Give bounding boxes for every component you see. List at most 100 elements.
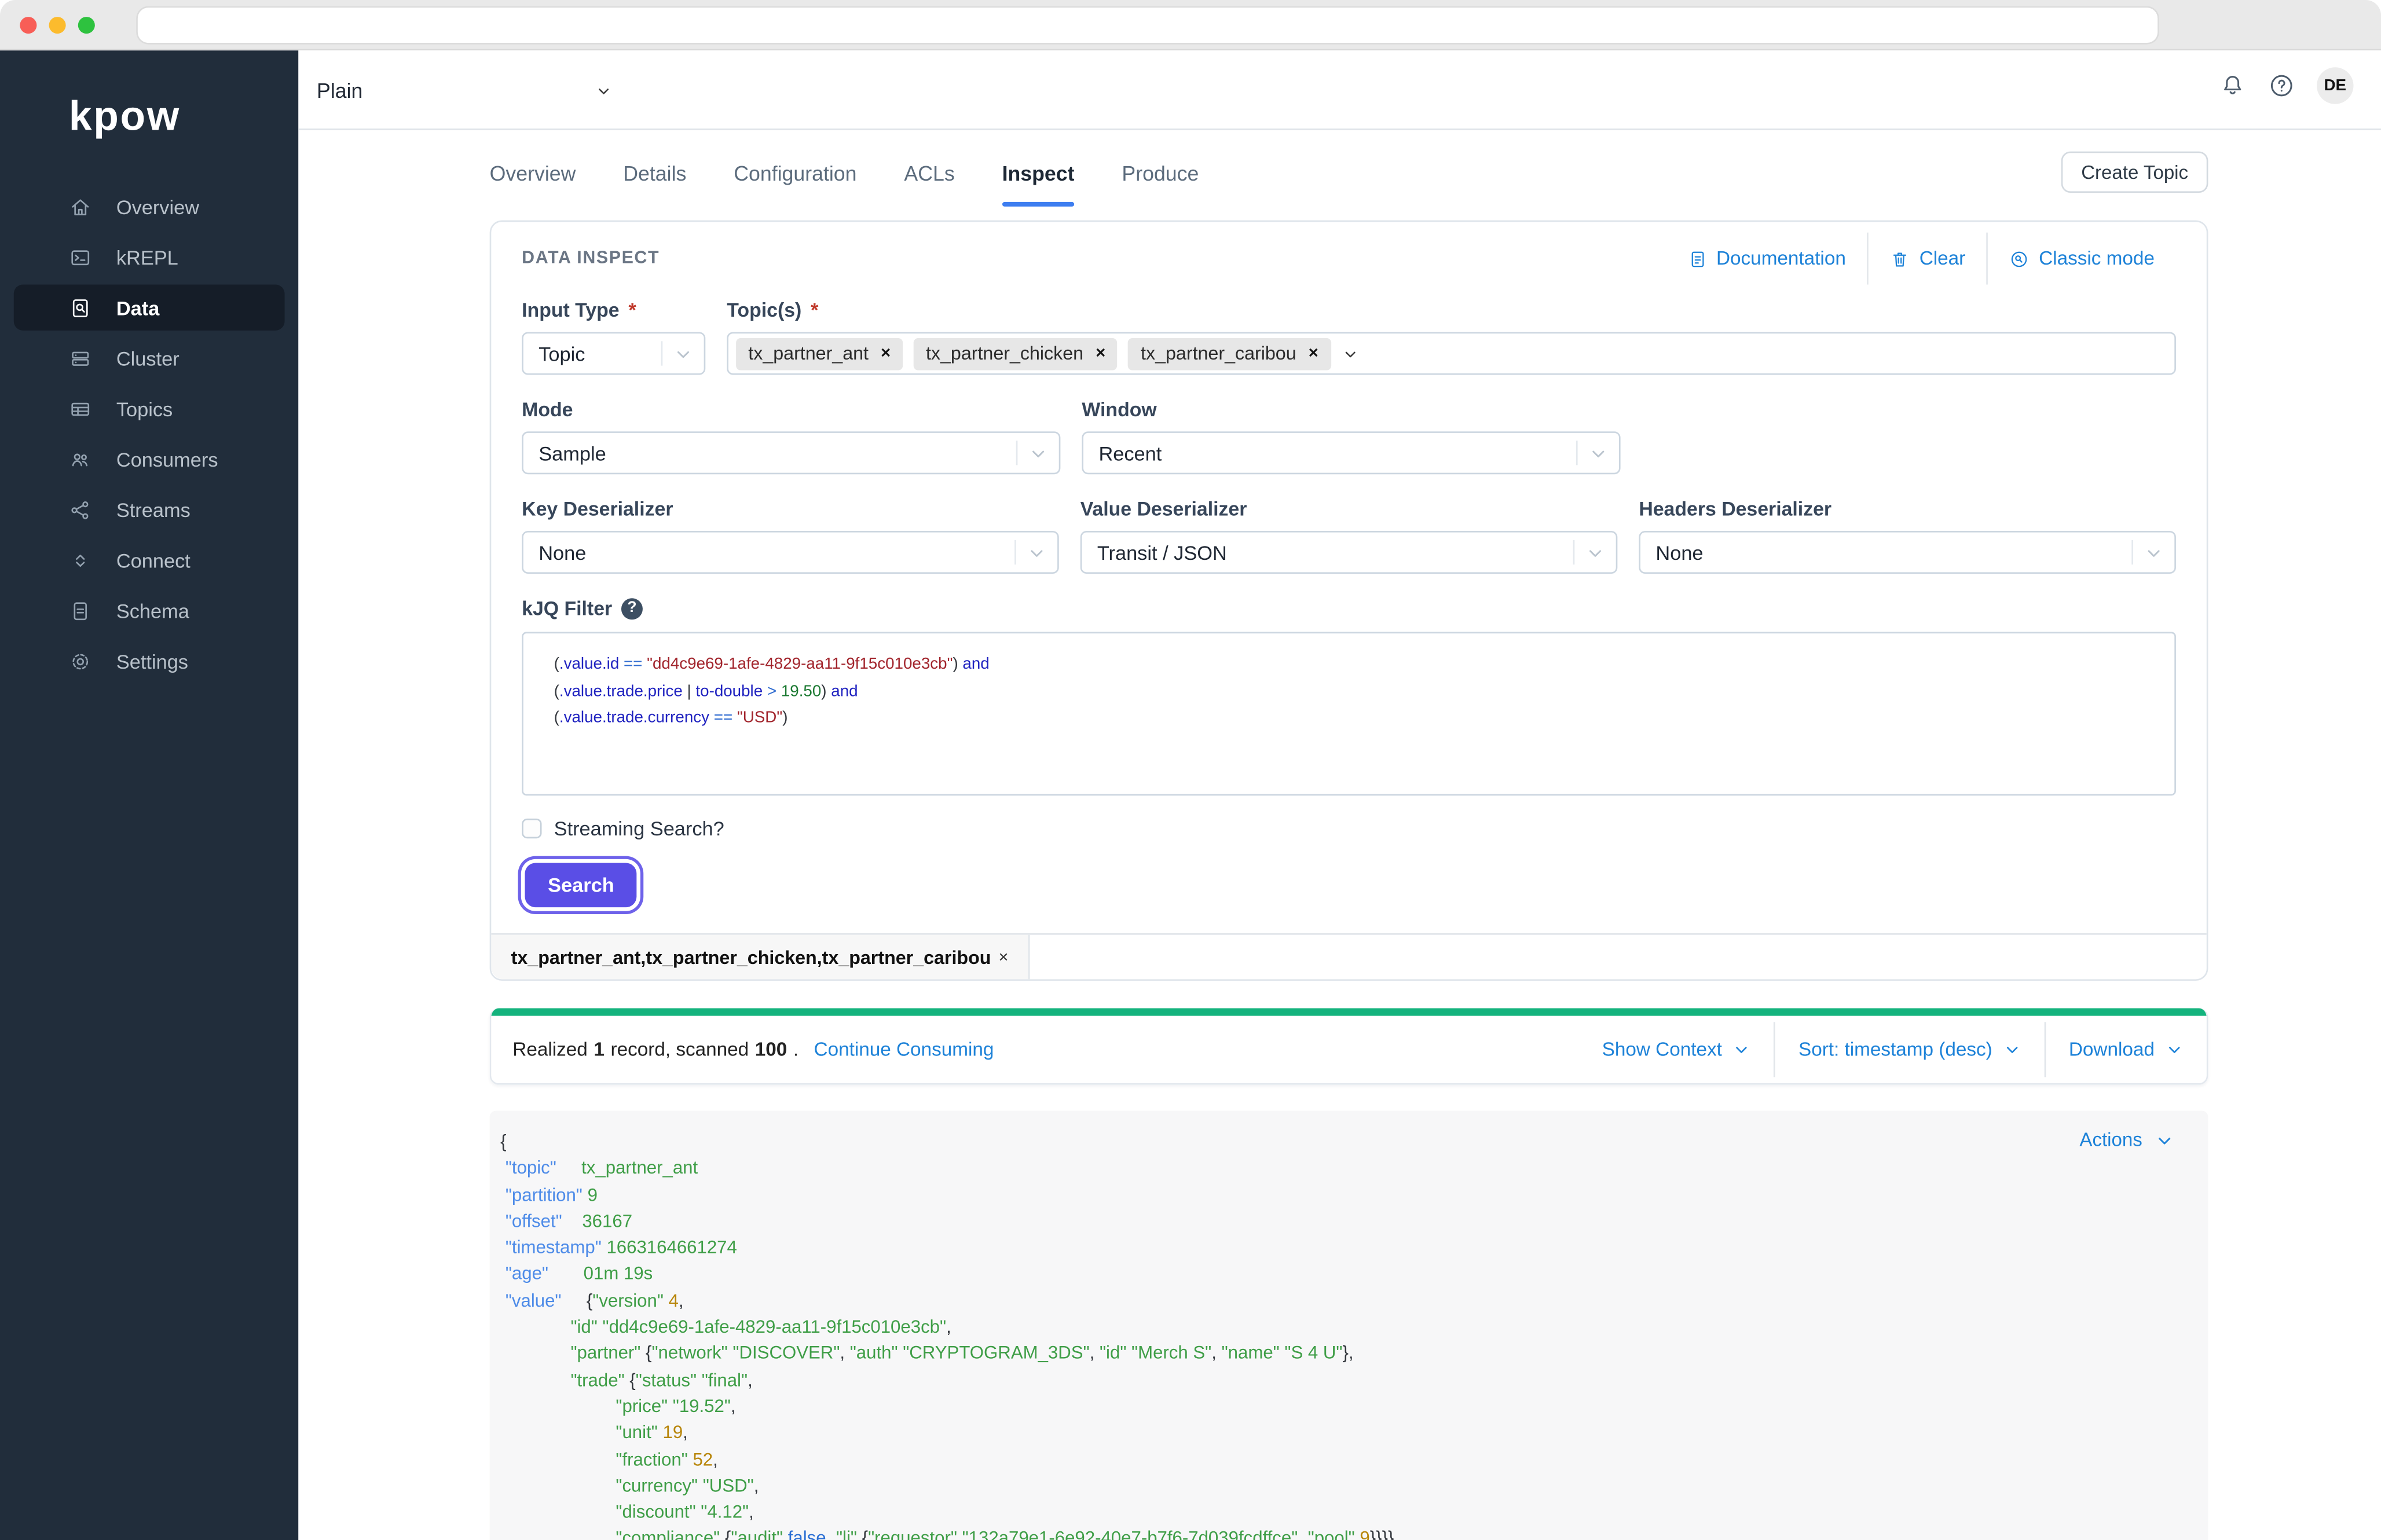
sidebar-item-overview[interactable]: Overview [14, 184, 285, 229]
result-tab[interactable]: tx_partner_ant,tx_partner_chicken,tx_par… [491, 934, 1030, 980]
address-bar[interactable] [137, 8, 2158, 43]
topics-label: Topic(s) * [727, 298, 819, 321]
scan-progress-bar [491, 1008, 2207, 1016]
minimize-window-button[interactable] [49, 17, 66, 34]
user-avatar[interactable]: DE [2317, 67, 2354, 104]
people-icon [72, 453, 88, 466]
scanned-count: 100 [754, 1039, 787, 1061]
link-label: Clear [1919, 248, 1966, 270]
tab-inspect[interactable]: Inspect [1002, 162, 1075, 207]
form-row-3: Key Deserializer None Value Deserializer… [522, 497, 2176, 574]
share-icon [71, 500, 89, 519]
value-deserializer-select[interactable]: Transit / JSON [1080, 531, 1618, 574]
results-summary-row: Realized 1 record, scanned 100. Continue… [491, 1015, 2207, 1084]
classic-mode-link[interactable]: Classic mode [1988, 248, 2176, 269]
kpow-logo: kpow [68, 93, 181, 140]
page-content: Overview Details Configuration ACLs Insp… [298, 151, 2381, 1540]
required-marker: * [628, 298, 636, 321]
sidebar-item-settings[interactable]: Settings [14, 638, 285, 684]
sidebar-item-label: kREPL [116, 245, 178, 269]
results-controls: Show Context Sort: timestamp (desc) Down… [1579, 1016, 2207, 1083]
mode-field: Mode Sample [522, 398, 1061, 475]
select-value: Recent [1098, 441, 1162, 465]
code-line: "partner" {"network" "DISCOVER", "auth" … [570, 1342, 1354, 1364]
input-type-select[interactable]: Topic [522, 332, 706, 375]
notifications-bell-icon[interactable] [2219, 72, 2247, 100]
gear-icon [72, 653, 89, 669]
chip-label: tx_partner_caribou [1141, 342, 1296, 364]
mode-select[interactable]: Sample [522, 431, 1061, 475]
close-window-button[interactable] [20, 17, 37, 34]
search-button[interactable]: Search [525, 863, 638, 908]
remove-chip-icon[interactable]: × [881, 344, 891, 363]
code-line: "price" "19.52", [616, 1395, 736, 1417]
sidebar-item-krepl[interactable]: kREPL [14, 234, 285, 280]
input-type-label: Input Type * [522, 298, 636, 321]
environment-selector[interactable]: Plain [317, 72, 612, 108]
sidebar-item-streams[interactable]: Streams [14, 486, 285, 532]
chip-label: tx_partner_chicken [925, 342, 1084, 364]
headers-deserializer-label: Headers Deserializer [1639, 497, 1832, 520]
results-header-card: Realized 1 record, scanned 100. Continue… [489, 1008, 2208, 1085]
kjq-help-icon[interactable]: ? [621, 597, 643, 619]
control-label: Download [2068, 1039, 2155, 1061]
window-controls [20, 17, 95, 34]
headers-deserializer-select[interactable]: None [1639, 531, 2176, 574]
form-row-2: Mode Sample Window Recent [522, 398, 2176, 475]
sidebar-item-topics[interactable]: Topics [14, 386, 285, 431]
code-line: "unit" 19, [616, 1421, 688, 1443]
sidebar-item-connect[interactable]: Connect [14, 537, 285, 583]
sidebar-item-cluster[interactable]: Cluster [14, 335, 285, 381]
zoom-window-button[interactable] [78, 17, 95, 34]
streaming-search-checkbox[interactable] [522, 818, 542, 839]
sort-dropdown[interactable]: Sort: timestamp (desc) [1775, 1039, 2044, 1060]
data-inspect-header: DATA INSPECT Documentation Clear Classic… [491, 222, 2206, 295]
chevron-down-icon [1031, 550, 1043, 557]
code-line: "offset" 36167 [505, 1210, 633, 1232]
sidebar-item-label: Cluster [116, 346, 180, 370]
remove-chip-icon[interactable]: × [1309, 344, 1318, 363]
divider [2131, 540, 2133, 565]
download-dropdown[interactable]: Download [2046, 1039, 2207, 1060]
continue-consuming-link[interactable]: Continue Consuming [814, 1039, 994, 1060]
tab-acls[interactable]: ACLs [904, 162, 954, 207]
sidebar-item-label: Topics [116, 397, 173, 420]
tab-configuration[interactable]: Configuration [734, 162, 856, 207]
table-icon [71, 402, 90, 415]
window-select[interactable]: Recent [1082, 431, 1621, 475]
record-actions-dropdown[interactable]: Actions [2079, 1129, 2174, 1150]
key-deserializer-label: Key Deserializer [522, 497, 673, 520]
documentation-link[interactable]: Documentation [1666, 248, 1867, 269]
show-context-dropdown[interactable]: Show Context [1579, 1039, 1774, 1060]
sidebar-item-label: Schema [116, 599, 189, 622]
topic-chip: tx_partner_chicken × [913, 337, 1118, 370]
kjq-filter-editor[interactable]: (.value.id == "dd4c9e69-1afe-4829-aa11-9… [522, 632, 2176, 796]
sidebar-item-data[interactable]: Data [13, 284, 285, 331]
sidebar-item-consumers[interactable]: Consumers [14, 436, 285, 482]
chip-label: tx_partner_ant [748, 342, 869, 364]
create-topic-button[interactable]: Create Topic [2061, 151, 2208, 193]
tab-produce[interactable]: Produce [1122, 162, 1199, 207]
main-area: Plain DE Overview Details Configuration … [298, 50, 2381, 1540]
help-icon[interactable] [2268, 72, 2295, 100]
clear-link[interactable]: Clear [1869, 248, 1987, 269]
topics-field: Topic(s) * tx_partner_ant × tx_partner_chi… [727, 298, 2176, 375]
tab-overview[interactable]: Overview [490, 162, 576, 207]
sidebar-nav: Overview kREPL Data Cluster Topics Consu… [0, 184, 298, 684]
actions-label: Actions [2079, 1129, 2142, 1151]
kjq-filter-label: kJQ Filter [522, 596, 613, 620]
remove-chip-icon[interactable]: × [1096, 344, 1105, 363]
select-value: Sample [539, 441, 606, 465]
sidebar-item-schema[interactable]: Schema [14, 588, 285, 633]
terminal-icon [71, 250, 90, 265]
topic-tabs-row: Overview Details Configuration ACLs Insp… [490, 151, 2208, 210]
select-value: Transit / JSON [1097, 541, 1227, 564]
select-value: None [1655, 541, 1704, 564]
key-deserializer-select[interactable]: None [522, 531, 1059, 574]
close-result-tab-icon[interactable]: × [999, 948, 1009, 966]
sidebar-item-label: Streams [116, 498, 191, 521]
trash-icon [1893, 252, 1907, 266]
topics-multiselect[interactable]: tx_partner_ant × tx_partner_chicken × tx_p… [727, 332, 2176, 375]
tab-details[interactable]: Details [623, 162, 686, 207]
server-icon [72, 351, 89, 365]
